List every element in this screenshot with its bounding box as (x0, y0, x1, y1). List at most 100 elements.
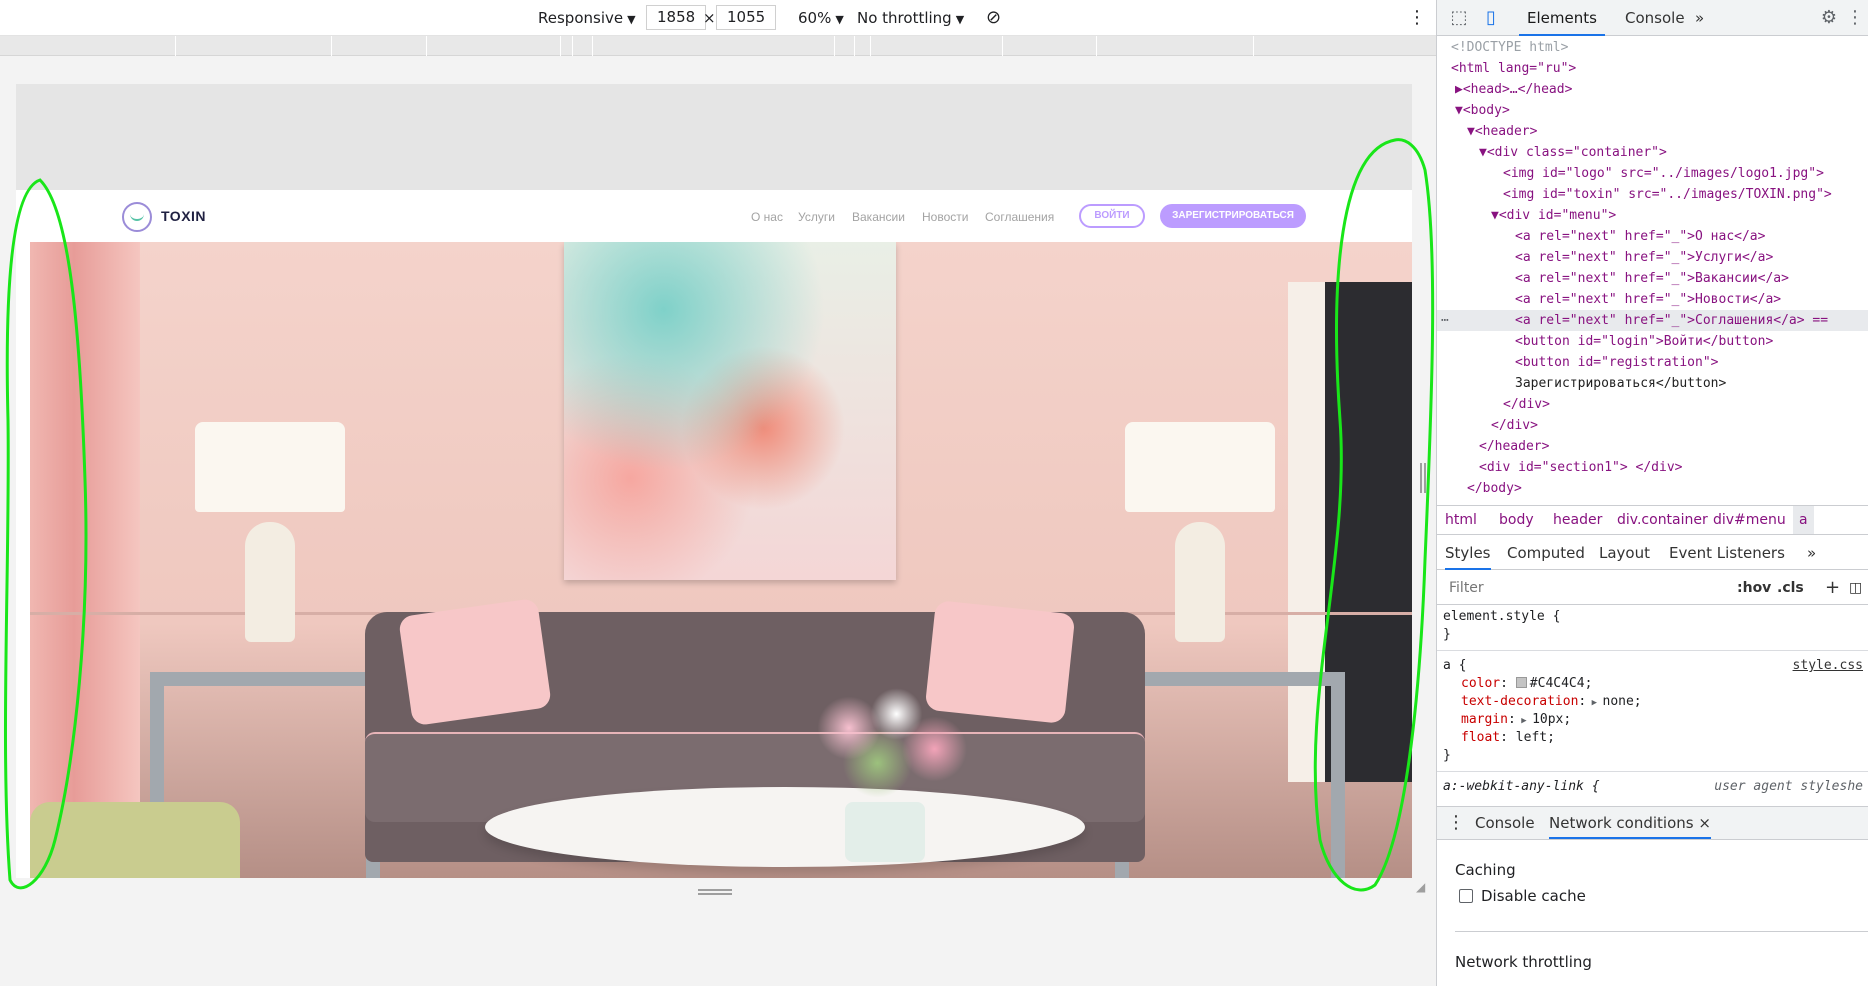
dom-node-selected[interactable]: ⋯ <a rel="next" href="_">Соглашения</a> =… (1437, 310, 1868, 331)
styles-subtabs: Styles Computed Layout Event Listeners » (1437, 536, 1868, 570)
settings-gear-icon[interactable]: ⚙ (1817, 6, 1841, 30)
device-toggle-icon[interactable]: ▯ (1479, 6, 1503, 30)
dom-node[interactable]: ▼<header> (1437, 121, 1868, 142)
breadcrumb-container[interactable]: div.container (1617, 506, 1708, 534)
dom-node[interactable]: ▶<head>…</head> (1437, 79, 1868, 100)
more-subtabs-icon[interactable]: » (1807, 536, 1816, 570)
drawer-tabbar: ⋮ Console Network conditions × (1437, 806, 1868, 840)
device-emulation-pane: Responsive ▼ 1858 × 1055 60% ▼ No throttli… (0, 0, 1436, 986)
viewport-height-input[interactable]: 1055 (716, 5, 777, 30)
nav-link-news[interactable]: Новости (922, 210, 968, 224)
dom-node[interactable]: <a rel="next" href="_">Вакансии</a> (1437, 268, 1868, 289)
dom-node[interactable]: <a rel="next" href="_">О нас</a> (1437, 226, 1868, 247)
dom-node[interactable]: </body> (1437, 478, 1868, 499)
element-style-selector[interactable]: element.style { (1437, 608, 1868, 626)
network-throttling-heading: Network throttling (1455, 953, 1592, 971)
disable-cache-checkbox[interactable] (1459, 889, 1473, 903)
tab-computed[interactable]: Computed (1507, 536, 1585, 570)
drawer-tab-console[interactable]: Console (1475, 807, 1535, 839)
breadcrumb-a[interactable]: a (1793, 506, 1814, 534)
ua-rule-selector[interactable]: a:-webkit-any-link {user agent styleshe (1437, 778, 1868, 796)
breadcrumb-html[interactable]: html (1445, 506, 1477, 534)
zoom-select[interactable]: 60% ▼ (798, 0, 844, 36)
rule-close: } (1443, 748, 1451, 763)
dom-node[interactable]: </header> (1437, 436, 1868, 457)
bottom-resize-handle[interactable] (698, 889, 732, 895)
network-conditions-panel: Caching Disable cache Network throttling (1437, 841, 1868, 986)
nav-link-vacancies[interactable]: Вакансии (852, 210, 905, 224)
corner-resize-icon[interactable]: ◢ (1416, 880, 1430, 894)
inspect-element-icon[interactable]: ⬚ (1447, 6, 1471, 30)
devtools-menu-icon[interactable]: ⋮ (1843, 6, 1867, 30)
breadcrumb-header[interactable]: header (1553, 506, 1602, 534)
styles-pane: element.style { } a {style.css color: #C… (1437, 606, 1868, 806)
breadcrumb-menu[interactable]: div#menu (1713, 506, 1786, 534)
dom-node[interactable]: <button id="registration"> (1437, 352, 1868, 373)
devtools-tabbar: ⬚ ▯ Elements Console » ⚙ ⋮ (1437, 0, 1868, 36)
nav-link-about[interactable]: О нас (751, 210, 783, 224)
close-icon[interactable]: × (1698, 814, 1711, 832)
tab-elements[interactable]: Elements (1519, 0, 1605, 36)
device-viewport: TOXIN О нас Услуги Вакансии Новости Согл… (16, 84, 1412, 878)
styles-filter-row: :hov .cls + ◫ (1437, 571, 1868, 605)
logo-text[interactable]: TOXIN (161, 208, 206, 224)
hero-image (30, 242, 1412, 878)
nav-link-services[interactable]: Услуги (798, 210, 835, 224)
logo-icon[interactable] (122, 202, 152, 232)
viewport-width-input[interactable]: 1858 (646, 5, 707, 30)
dom-node[interactable]: </div> (1437, 394, 1868, 415)
dom-node[interactable]: ▼<div id="menu"> (1437, 205, 1868, 226)
nav-link-agreements[interactable]: Соглашения (985, 210, 1054, 224)
drawer-tab-network-conditions[interactable]: Network conditions × (1549, 807, 1711, 839)
dom-node[interactable]: </div> (1437, 415, 1868, 436)
more-options-icon[interactable]: ⋮ (1408, 0, 1426, 36)
css-declaration[interactable]: float: left; (1437, 729, 1868, 747)
tab-styles[interactable]: Styles (1445, 536, 1491, 570)
rule-close: } (1443, 627, 1451, 642)
hov-toggle[interactable]: :hov (1737, 571, 1771, 605)
dom-node[interactable]: <img id="toxin" src="../images/TOXIN.png… (1437, 184, 1868, 205)
dom-node[interactable]: ▼<div class="container"> (1437, 142, 1868, 163)
login-button[interactable]: ВОЙТИ (1079, 204, 1145, 228)
throttling-select[interactable]: No throttling ▼ (857, 0, 964, 36)
dom-node[interactable]: <button id="login">Войти</button> (1437, 331, 1868, 352)
device-mode-select[interactable]: Responsive ▼ (538, 0, 636, 36)
rotate-icon[interactable]: ⊘ (986, 0, 1001, 36)
disable-cache-label[interactable]: Disable cache (1481, 887, 1586, 905)
tab-layout[interactable]: Layout (1599, 536, 1650, 570)
caching-heading: Caching (1455, 861, 1516, 879)
drawer-menu-icon[interactable]: ⋮ (1447, 807, 1465, 839)
dimension-separator: × (703, 9, 716, 27)
media-query-ruler[interactable] (0, 36, 1436, 56)
rule-selector[interactable]: a {style.css (1437, 657, 1868, 675)
ua-stylesheet-label: user agent styleshe (1714, 779, 1863, 794)
register-button[interactable]: ЗАРЕГИСТРИРОВАТЬСЯ (1160, 204, 1306, 228)
dom-node[interactable]: <div id="section1"> </div> (1437, 457, 1868, 478)
cls-toggle[interactable]: .cls (1777, 571, 1804, 605)
css-declaration[interactable]: margin: ▶ 10px; (1437, 711, 1868, 729)
dom-node[interactable]: <a rel="next" href="_">Услуги</a> (1437, 247, 1868, 268)
tab-event-listeners[interactable]: Event Listeners (1669, 536, 1785, 570)
dom-node[interactable]: Зарегистрироваться</button> (1437, 373, 1868, 394)
dom-node[interactable]: <a rel="next" href="_">Новости</a> (1437, 289, 1868, 310)
viewport-blank-area (16, 84, 1412, 190)
dom-node[interactable]: <!DOCTYPE html> (1437, 37, 1868, 58)
dom-node[interactable]: <html lang="ru"> (1437, 58, 1868, 79)
add-rule-icon[interactable]: + (1825, 571, 1840, 605)
color-swatch-icon[interactable] (1515, 677, 1527, 688)
dom-node[interactable]: <img id="logo" src="../images/logo1.jpg"… (1437, 163, 1868, 184)
breadcrumb: html body header div.container div#menu … (1437, 505, 1868, 535)
side-resize-handle[interactable] (1420, 463, 1426, 493)
site-header: TOXIN О нас Услуги Вакансии Новости Согл… (16, 190, 1412, 242)
stylesheet-link[interactable]: style.css (1793, 657, 1863, 675)
device-toolbar: Responsive ▼ 1858 × 1055 60% ▼ No throttli… (0, 0, 1436, 36)
toggle-sidebar-icon[interactable]: ◫ (1849, 571, 1862, 605)
styles-filter-input[interactable] (1445, 576, 1729, 600)
css-declaration[interactable]: text-decoration: ▶ none; (1437, 693, 1868, 711)
more-tabs-icon[interactable]: » (1687, 0, 1712, 36)
tab-console[interactable]: Console (1617, 0, 1693, 36)
breadcrumb-body[interactable]: body (1499, 506, 1534, 534)
css-declaration[interactable]: color: #C4C4C4; (1437, 675, 1868, 693)
devtools-panel: ⬚ ▯ Elements Console » ⚙ ⋮ <!DOCTYPE htm… (1436, 0, 1868, 986)
dom-node[interactable]: ▼<body> (1437, 100, 1868, 121)
